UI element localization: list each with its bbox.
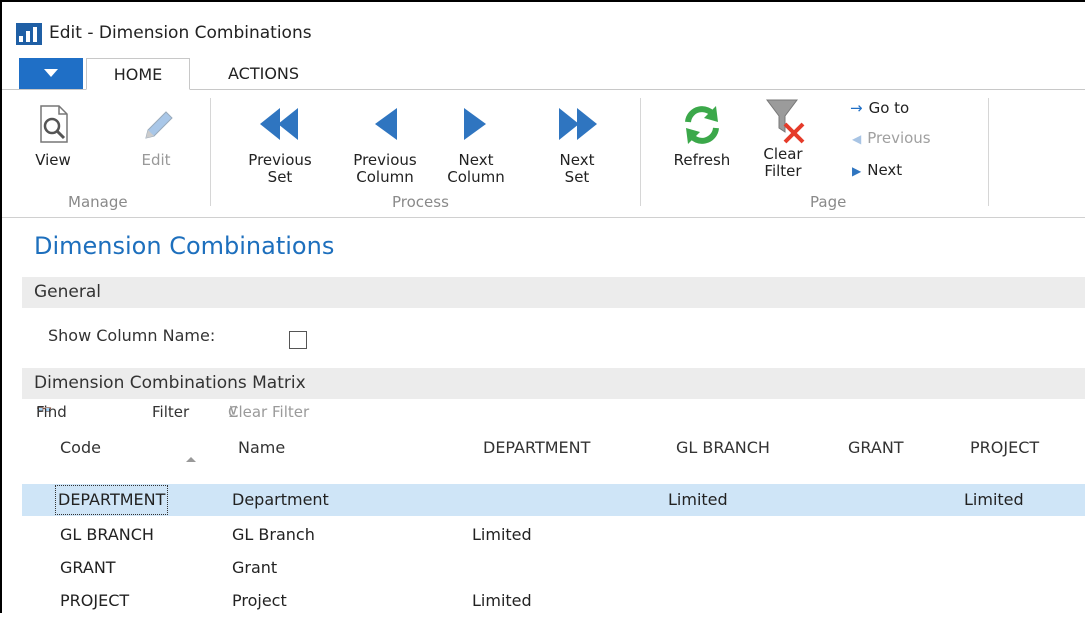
- cell-code[interactable]: DEPARTMENT: [54, 484, 169, 516]
- previous-set-button[interactable]: Previous Set: [230, 102, 330, 186]
- pencil-icon: [133, 102, 179, 146]
- section-matrix[interactable]: Dimension Combinations Matrix: [22, 368, 1085, 399]
- previous-column-line1: Previous: [353, 151, 417, 169]
- tab-home[interactable]: HOME: [86, 58, 190, 90]
- cell-name[interactable]: GL Branch: [232, 519, 315, 551]
- column-header-project[interactable]: PROJECT: [970, 438, 1039, 457]
- filter-button[interactable]: Filter: [152, 403, 189, 421]
- cell-name[interactable]: Grant: [232, 552, 277, 584]
- go-to-button[interactable]: → Go to: [850, 98, 909, 118]
- next-set-icon: [542, 102, 612, 146]
- clear-filter-line1: Clear: [763, 145, 803, 163]
- cell-code[interactable]: GRANT: [60, 552, 116, 584]
- column-header-name[interactable]: Name: [238, 438, 285, 457]
- arrow-right-icon: →: [850, 99, 863, 117]
- cell-gl-branch[interactable]: Limited: [668, 484, 728, 516]
- show-column-name-checkbox[interactable]: [289, 331, 307, 349]
- previous-column-line2: Column: [356, 168, 414, 186]
- column-header-gl-branch[interactable]: GL BRANCH: [676, 438, 770, 457]
- column-header-code[interactable]: Code: [60, 438, 101, 457]
- title-bar: Edit - Dimension Combinations: [2, 2, 1085, 58]
- next-page-label: Next: [867, 161, 903, 179]
- table-row[interactable]: GRANT Grant: [22, 552, 1085, 584]
- next-column-line1: Next: [458, 151, 494, 169]
- edit-button[interactable]: Edit: [133, 102, 179, 169]
- previous-set-line2: Set: [267, 168, 293, 186]
- column-header-department[interactable]: DEPARTMENT: [483, 438, 590, 457]
- ribbon-separator: [640, 98, 641, 206]
- next-page-button[interactable]: ▶ Next: [852, 160, 902, 180]
- cell-department[interactable]: Limited: [472, 585, 532, 617]
- next-set-line1: Next: [559, 151, 595, 169]
- ribbon-tabs: HOME ACTIONS: [2, 58, 1085, 90]
- page-title: Dimension Combinations: [34, 232, 335, 260]
- next-set-button[interactable]: Next Set: [542, 102, 612, 186]
- table-row[interactable]: GL BRANCH GL Branch Limited: [22, 519, 1085, 551]
- next-column-button[interactable]: Next Column: [434, 102, 518, 186]
- triangle-left-icon: ◀: [852, 132, 862, 146]
- previous-page-button[interactable]: ◀ Previous: [852, 128, 931, 148]
- app-menu-button[interactable]: [19, 58, 83, 89]
- column-header-grant[interactable]: GRANT: [848, 438, 904, 457]
- refresh-button[interactable]: Refresh: [662, 102, 742, 169]
- view-icon: [30, 102, 76, 146]
- previous-set-line1: Previous: [248, 151, 312, 169]
- group-label-process: Process: [392, 193, 449, 211]
- cell-project[interactable]: Limited: [964, 484, 1024, 516]
- previous-column-button[interactable]: Previous Column: [340, 102, 430, 186]
- ribbon: View Edit Manage Previous Set Previous C…: [2, 90, 1085, 218]
- go-to-label: Go to: [868, 99, 910, 117]
- view-label: View: [35, 151, 71, 169]
- show-column-name-label: Show Column Name:: [48, 326, 216, 345]
- next-column-line2: Column: [447, 168, 505, 186]
- edit-label: Edit: [141, 151, 171, 169]
- next-set-line2: Set: [564, 168, 590, 186]
- next-column-icon: [434, 102, 518, 146]
- table-row[interactable]: DEPARTMENT Department Limited Limited: [22, 484, 1085, 516]
- refresh-icon: [662, 102, 742, 146]
- cell-name[interactable]: Project: [232, 585, 287, 617]
- find-label: Find: [36, 403, 67, 421]
- clear-filter-icon: [754, 94, 812, 146]
- ribbon-separator: [988, 98, 989, 206]
- triangle-right-icon: ▶: [852, 164, 862, 178]
- view-button[interactable]: View: [30, 102, 76, 169]
- cell-name[interactable]: Department: [232, 484, 329, 516]
- previous-page-label: Previous: [867, 129, 931, 147]
- window-title: Edit - Dimension Combinations: [49, 23, 312, 43]
- refresh-label: Refresh: [673, 151, 731, 169]
- previous-set-icon: [230, 102, 330, 146]
- cell-code[interactable]: PROJECT: [60, 585, 129, 617]
- section-general[interactable]: General: [22, 277, 1085, 308]
- table-row[interactable]: PROJECT Project Limited: [22, 585, 1085, 617]
- tab-actions[interactable]: ACTIONS: [228, 58, 299, 89]
- app-logo-icon: [16, 23, 42, 45]
- ribbon-separator: [210, 98, 211, 206]
- previous-column-icon: [340, 102, 430, 146]
- clear-filter-link-label: Clear Filter: [228, 403, 310, 421]
- clear-filter-button[interactable]: Clear Filter: [754, 94, 812, 186]
- clear-filter-line2: Filter: [764, 162, 802, 180]
- cell-code[interactable]: GL BRANCH: [60, 519, 154, 551]
- group-label-page: Page: [810, 193, 847, 211]
- cell-department[interactable]: Limited: [472, 519, 532, 551]
- group-label-manage: Manage: [68, 193, 128, 211]
- sort-ascending-icon: [186, 457, 196, 462]
